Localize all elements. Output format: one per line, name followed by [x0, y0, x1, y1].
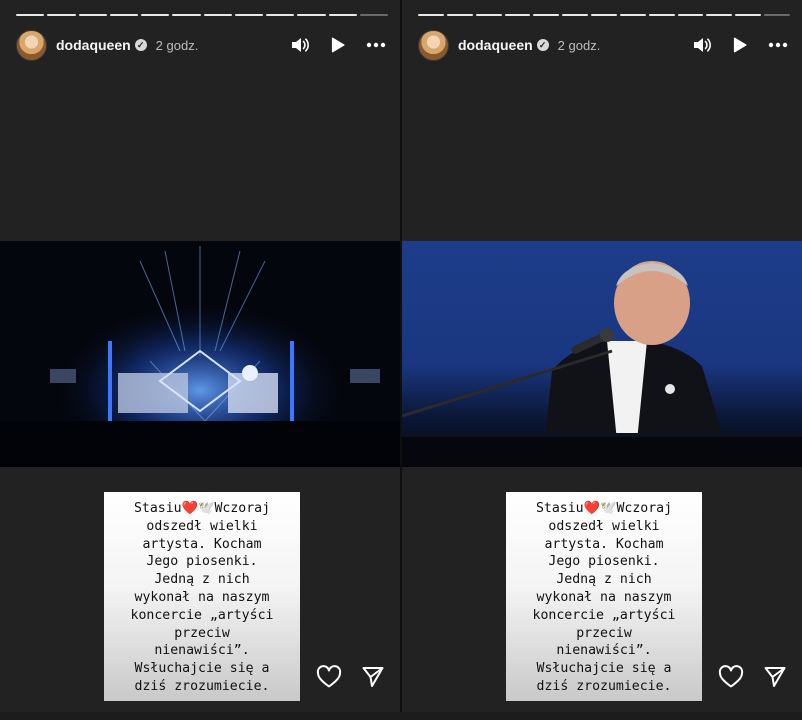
- progress-segment: [203, 14, 232, 16]
- more-icon[interactable]: [366, 35, 386, 55]
- progress-segment: [418, 14, 444, 16]
- story-viewer: dodaqueen ✓ 2 godz. Stasiu❤️🕊️Wczoraj od…: [0, 0, 802, 720]
- progress-segment: [172, 14, 201, 16]
- story-caption: Stasiu❤️🕊️Wczoraj odszedł wielki artysta…: [506, 492, 702, 701]
- heart-icon[interactable]: [718, 664, 744, 690]
- story-panel-right[interactable]: dodaqueen ✓ 2 godz. Stasiu❤️🕊️Wczoraj od…: [402, 0, 802, 712]
- send-icon[interactable]: [762, 664, 788, 690]
- progress-segment: [764, 14, 790, 16]
- progress-segment: [735, 14, 762, 16]
- story-actions: [316, 664, 386, 690]
- avatar[interactable]: [16, 29, 47, 61]
- progress-segment: [648, 14, 675, 16]
- singer-at-piano-photo: [402, 241, 802, 467]
- story-panel-left[interactable]: dodaqueen ✓ 2 godz. Stasiu❤️🕊️Wczoraj od…: [0, 0, 400, 712]
- progress-segment: [446, 14, 473, 16]
- timestamp: 2 godz.: [155, 37, 199, 53]
- progress-segment: [297, 14, 326, 16]
- progress-segment: [706, 14, 733, 16]
- progress-segment: [533, 14, 560, 16]
- progress-segment: [677, 14, 704, 16]
- timestamp: 2 godz.: [557, 37, 601, 53]
- story-actions: [718, 664, 788, 690]
- story-controls: [290, 35, 386, 55]
- progress-segment: [504, 14, 531, 16]
- send-icon[interactable]: [360, 664, 386, 690]
- progress-segment: [141, 14, 170, 16]
- progress-segment: [78, 14, 107, 16]
- play-icon[interactable]: [328, 35, 348, 55]
- speaker-icon[interactable]: [692, 35, 712, 55]
- progress-segment: [562, 14, 589, 16]
- story-header: dodaqueen ✓ 2 godz.: [418, 29, 788, 61]
- speaker-icon[interactable]: [290, 35, 310, 55]
- more-icon[interactable]: [768, 35, 788, 55]
- progress-segment: [359, 14, 388, 16]
- username[interactable]: dodaqueen: [56, 37, 131, 53]
- verified-badge-icon: ✓: [536, 39, 549, 51]
- verified-badge-icon: ✓: [134, 39, 147, 51]
- progress-bar: [418, 14, 790, 16]
- story-controls: [692, 35, 788, 55]
- progress-segment: [266, 14, 295, 16]
- username[interactable]: dodaqueen: [458, 37, 533, 53]
- story-header: dodaqueen ✓ 2 godz.: [16, 29, 386, 61]
- progress-bar: [16, 14, 388, 16]
- avatar[interactable]: [418, 29, 449, 61]
- story-caption: Stasiu❤️🕊️Wczoraj odszedł wielki artysta…: [104, 492, 300, 701]
- progress-segment: [591, 14, 617, 16]
- progress-segment: [47, 14, 76, 16]
- concert-stage-photo: [0, 241, 400, 467]
- progress-segment: [234, 14, 263, 16]
- heart-icon[interactable]: [316, 664, 342, 690]
- progress-segment: [619, 14, 646, 16]
- progress-segment: [16, 14, 45, 16]
- progress-segment: [475, 14, 502, 16]
- progress-segment: [328, 14, 357, 16]
- play-icon[interactable]: [730, 35, 750, 55]
- progress-segment: [109, 14, 138, 16]
